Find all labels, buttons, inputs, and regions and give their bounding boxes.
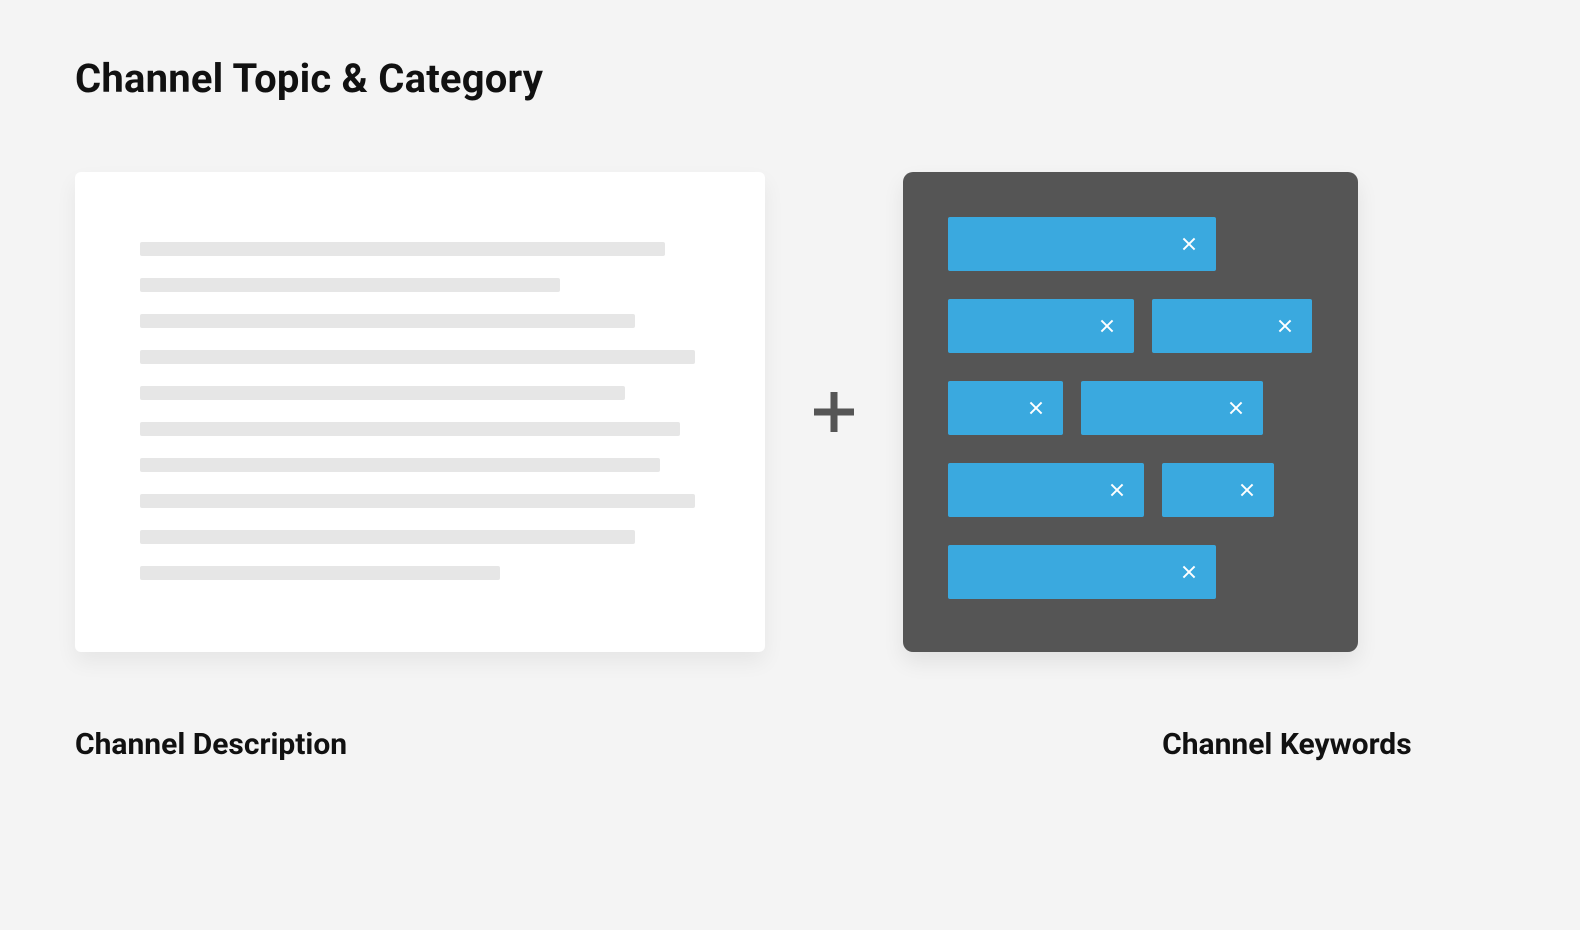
text-line (140, 566, 500, 580)
keyword-tag[interactable] (948, 299, 1134, 353)
text-line (140, 242, 665, 256)
keyword-row (948, 299, 1318, 353)
keyword-tag[interactable] (948, 545, 1216, 599)
close-icon[interactable] (1090, 309, 1124, 343)
keywords-label: Channel Keywords (1162, 727, 1412, 762)
keyword-tag[interactable] (1081, 381, 1263, 435)
description-label: Channel Description (75, 727, 347, 762)
text-line (140, 422, 680, 436)
diagram-page: Channel Topic & Category Channel Descrip… (0, 0, 1580, 802)
text-line (140, 314, 635, 328)
keyword-tag[interactable] (948, 381, 1063, 435)
close-icon[interactable] (1219, 391, 1253, 425)
text-line (140, 386, 625, 400)
keyword-tag[interactable] (1162, 463, 1274, 517)
description-card (75, 172, 765, 652)
close-icon[interactable] (1172, 555, 1206, 589)
keyword-tag[interactable] (948, 217, 1216, 271)
page-title: Channel Topic & Category (75, 55, 1505, 102)
close-icon[interactable] (1019, 391, 1053, 425)
diagram-row (75, 172, 1505, 652)
keyword-tag[interactable] (948, 463, 1144, 517)
keyword-row (948, 381, 1318, 435)
text-line (140, 494, 695, 508)
labels-row: Channel Description Channel Keywords (75, 727, 1505, 762)
close-icon[interactable] (1268, 309, 1302, 343)
keyword-tag[interactable] (1152, 299, 1312, 353)
keyword-row (948, 545, 1318, 599)
keyword-row (948, 217, 1318, 271)
plus-icon (810, 388, 858, 436)
text-line (140, 350, 695, 364)
close-icon[interactable] (1230, 473, 1264, 507)
keywords-card (903, 172, 1358, 652)
text-line (140, 530, 635, 544)
keyword-row (948, 463, 1318, 517)
close-icon[interactable] (1100, 473, 1134, 507)
close-icon[interactable] (1172, 227, 1206, 261)
text-line (140, 458, 660, 472)
text-line (140, 278, 560, 292)
